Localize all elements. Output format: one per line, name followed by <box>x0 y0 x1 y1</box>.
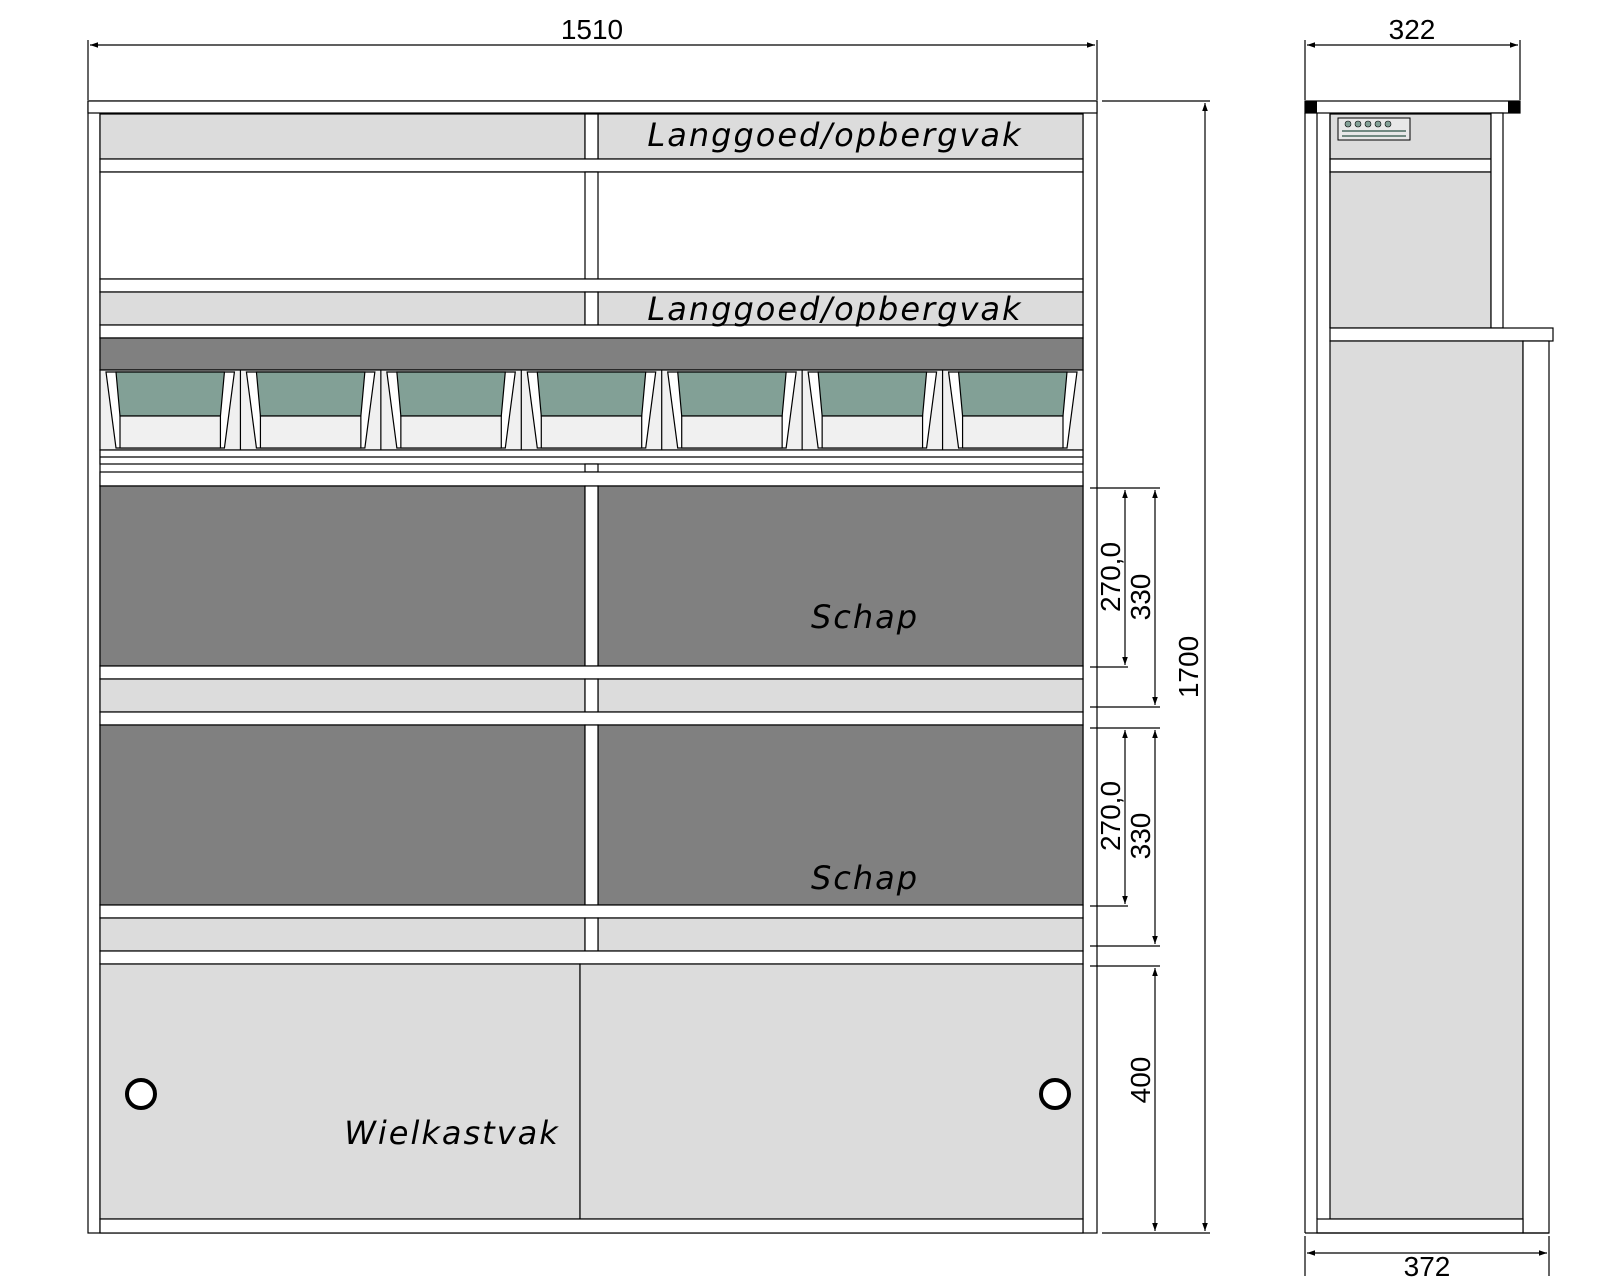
shelf-compartment-upper: Schap <box>99 485 1084 726</box>
storage-bin[interactable] <box>105 371 236 449</box>
cabinet-technical-drawing: Langgoed/opbergvak Langgoed/opbergvak Sc… <box>87 14 1554 1280</box>
dim-side-top-depth: 322 <box>1389 14 1436 45</box>
storage-bin[interactable] <box>520 370 657 450</box>
storage-bin[interactable] <box>239 370 376 450</box>
dim-total-height: 1700 <box>1173 636 1204 698</box>
dim-shelf-upper-outer: 330 <box>1125 574 1156 621</box>
shelf-label-upper: Schap <box>811 598 919 636</box>
long-goods-compartment-top: Langgoed/opbergvak <box>99 113 1084 173</box>
dim-side-bottom-depth: 372 <box>1404 1251 1451 1280</box>
bin-rail-section <box>99 337 1084 487</box>
bin-rail <box>99 337 1084 371</box>
long-goods-label-top: Langgoed/opbergvak <box>647 116 1022 154</box>
manufacturer-plate <box>1337 117 1411 141</box>
storage-bin[interactable] <box>801 370 938 450</box>
shelf-label-lower: Schap <box>811 859 919 897</box>
side-view <box>1304 100 1554 1234</box>
dim-wheel-box-height: 400 <box>1125 1057 1156 1104</box>
long-goods-label-mid: Langgoed/opbergvak <box>647 290 1022 328</box>
front-top-plate <box>87 100 1098 114</box>
dim-shelf-lower-outer: 330 <box>1125 813 1156 860</box>
dim-shelf-upper-inner: 270,0 <box>1095 542 1126 612</box>
storage-bin[interactable] <box>941 370 1078 450</box>
wheel-box-hole-left <box>125 1078 157 1110</box>
storage-bin[interactable] <box>380 370 516 450</box>
front-view: Langgoed/opbergvak Langgoed/opbergvak Sc… <box>87 100 1098 1234</box>
wheel-box-hole-right <box>1039 1078 1071 1110</box>
dim-shelf-lower-inner: 270,0 <box>1095 781 1126 851</box>
shelf-compartment-lower: Schap <box>99 724 1084 965</box>
wheel-box-compartment: Wielkastvak <box>99 963 1084 1234</box>
side-top-plate <box>1304 100 1521 114</box>
long-goods-compartment-mid: Langgoed/opbergvak <box>99 290 1084 339</box>
dim-front-width: 1510 <box>561 14 623 45</box>
wheel-box-label: Wielkastvak <box>344 1114 560 1152</box>
open-compartment <box>99 171 1084 293</box>
storage-bin[interactable] <box>661 370 797 450</box>
